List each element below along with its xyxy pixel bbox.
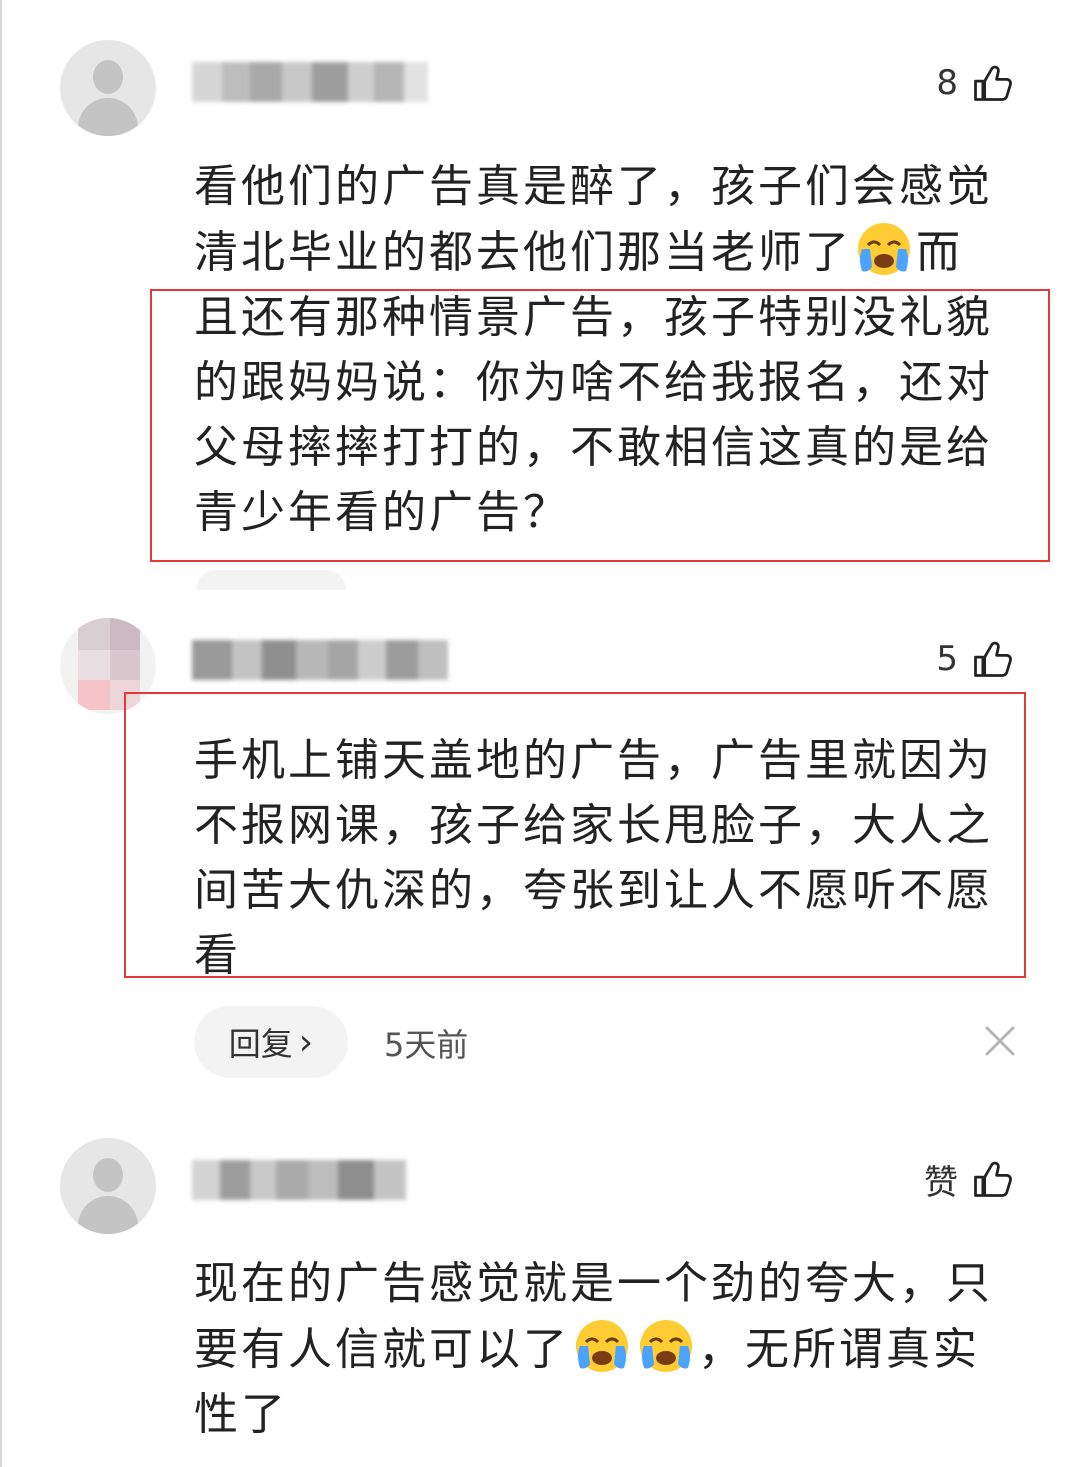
comment-line-part: 要有人信就可以了 — [194, 1324, 570, 1375]
avatar-pixel — [110, 618, 140, 650]
comment-line-part: 清北毕业的都去他们那当老师了 — [194, 227, 852, 278]
avatar-body — [78, 1196, 138, 1234]
comment-line: 现在的广告感觉就是一个劲的夸大，只 — [194, 1258, 993, 1309]
avatar-body — [78, 98, 138, 136]
reply-button[interactable]: 回复 › — [194, 1006, 348, 1078]
avatar-pixel — [110, 650, 140, 680]
chevron-right-icon: › — [298, 1021, 314, 1063]
like-count: 8 — [936, 63, 958, 103]
comment-text: 现在的广告感觉就是一个劲的夸大，只 要有人信就可以了 ，无所谓真实 性了 — [194, 1251, 1024, 1447]
loudly-crying-face-icon — [858, 223, 910, 275]
reply-label: 回复 — [228, 1025, 293, 1063]
avatar-pixel — [78, 650, 110, 680]
like-count: 5 — [936, 639, 958, 679]
comment-line-part: ，无所谓真实 — [698, 1324, 980, 1375]
avatar-pixel — [78, 680, 110, 710]
like-control[interactable]: 赞 — [924, 1154, 1014, 1204]
page-edge — [0, 0, 2, 1467]
avatar-head — [93, 1158, 123, 1192]
comment-line: 清北毕业的都去他们那当老师了 而 — [194, 219, 1024, 285]
thumbs-up-icon — [974, 65, 1012, 101]
timestamp: 5天前 — [384, 1026, 469, 1064]
like-label: 赞 — [924, 1162, 958, 1203]
close-icon[interactable] — [983, 1024, 1017, 1058]
reply-button-peek — [196, 570, 346, 590]
avatar-pixel — [78, 618, 110, 650]
loudly-crying-face-icon — [576, 1320, 628, 1372]
comment-line-part: 而 — [916, 227, 963, 278]
comment-line: 看他们的广告真是醉了，孩子们会感觉 — [194, 161, 993, 212]
highlight-box — [150, 289, 1050, 562]
comment-line: 要有人信就可以了 ，无所谓真实 — [194, 1316, 1024, 1382]
username-blurred[interactable] — [192, 62, 428, 102]
loudly-crying-face-icon — [640, 1320, 692, 1372]
avatar[interactable] — [60, 40, 156, 136]
like-control[interactable]: 5 — [936, 634, 1014, 684]
avatar[interactable] — [60, 1138, 156, 1234]
username-blurred[interactable] — [192, 1160, 406, 1200]
comment-line: 性了 — [194, 1389, 288, 1440]
thumbs-up-icon — [974, 1161, 1012, 1197]
like-control[interactable]: 8 — [936, 58, 1014, 108]
username-blurred[interactable] — [192, 640, 448, 680]
thumbs-up-icon — [974, 641, 1012, 677]
avatar-head — [93, 60, 123, 94]
highlight-box — [124, 692, 1026, 978]
